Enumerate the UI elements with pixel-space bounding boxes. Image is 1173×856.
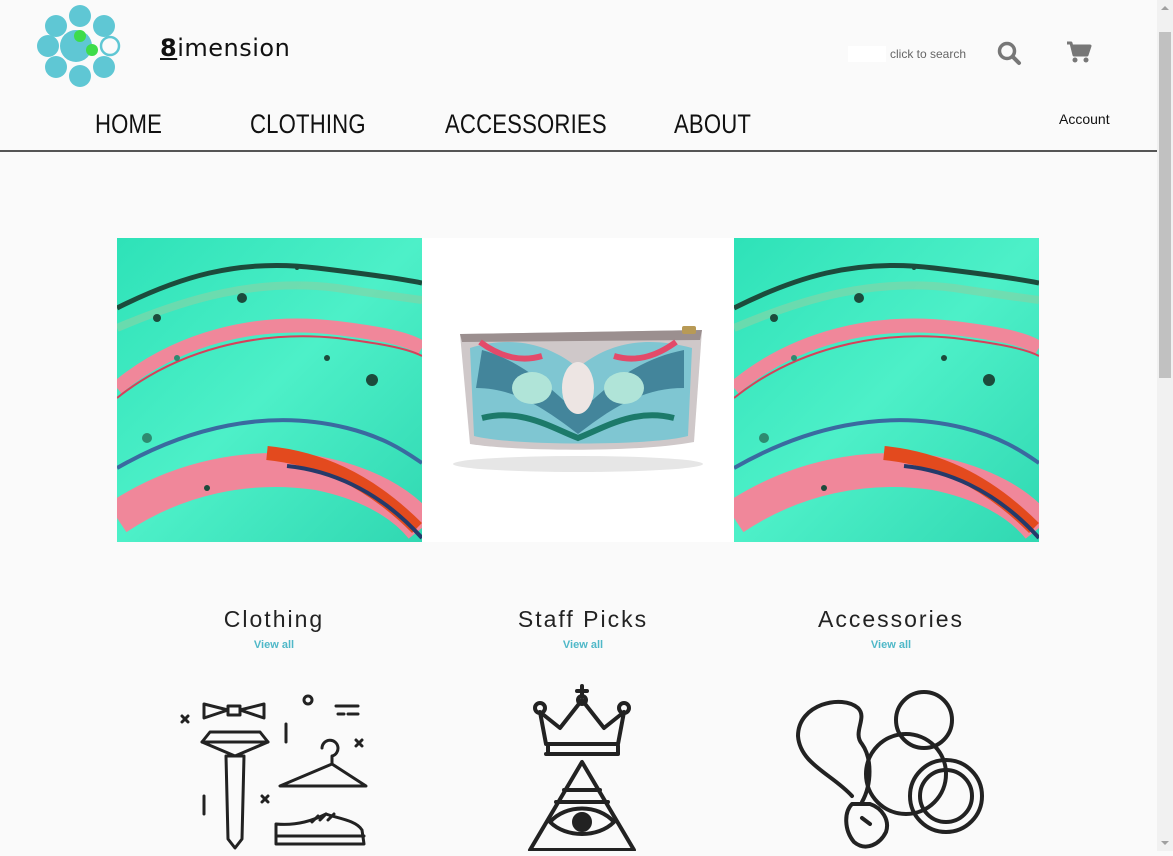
hero-image-marble-right[interactable] (734, 238, 1039, 542)
clothing-illustration[interactable] (176, 684, 372, 856)
nav-item-accessories[interactable]: ACCESSORIES (445, 109, 607, 140)
search-icon[interactable] (996, 40, 1022, 66)
category-staff-picks: Staff Picks View all (429, 606, 737, 651)
cart-icon[interactable] (1065, 40, 1093, 64)
account-link[interactable]: Account (1059, 111, 1110, 127)
search-input[interactable] (886, 46, 980, 62)
category-title: Staff Picks (517, 606, 649, 632)
staff-picks-illustration[interactable] (526, 684, 638, 856)
nav-item-home[interactable]: HOME (95, 109, 162, 140)
category-title: Clothing (223, 606, 325, 632)
logo-mark-icon (37, 5, 121, 87)
logo-text: 8imension (160, 34, 290, 62)
logo-eight: 8 (160, 34, 178, 62)
category-clothing: Clothing View all (120, 606, 428, 651)
accessories-illustration[interactable] (792, 684, 992, 856)
hero-image-zipper-pouch[interactable] (422, 238, 734, 542)
scroll-down-arrow-icon[interactable] (1157, 835, 1173, 851)
nav-item-about[interactable]: ABOUT (674, 109, 751, 140)
main-nav: HOME CLOTHING ACCESSORIES ABOUT (0, 104, 1157, 152)
search-box (848, 46, 980, 62)
view-all-link[interactable]: View all (429, 639, 737, 651)
scrollbar-thumb[interactable] (1159, 32, 1171, 378)
page-scrollbar[interactable] (1157, 0, 1173, 851)
search-box-pad (848, 46, 886, 62)
hero-image-marble-left[interactable] (117, 238, 422, 542)
category-accessories: Accessories View all (737, 606, 1045, 651)
logo-wordmark: imension (177, 34, 291, 62)
nav-item-clothing[interactable]: CLOTHING (250, 109, 366, 140)
category-title: Accessories (818, 606, 964, 632)
view-all-link[interactable]: View all (737, 639, 1045, 651)
site-logo[interactable]: 8imension (36, 4, 290, 88)
view-all-link[interactable]: View all (120, 639, 428, 651)
scroll-up-arrow-icon[interactable] (1157, 0, 1173, 16)
